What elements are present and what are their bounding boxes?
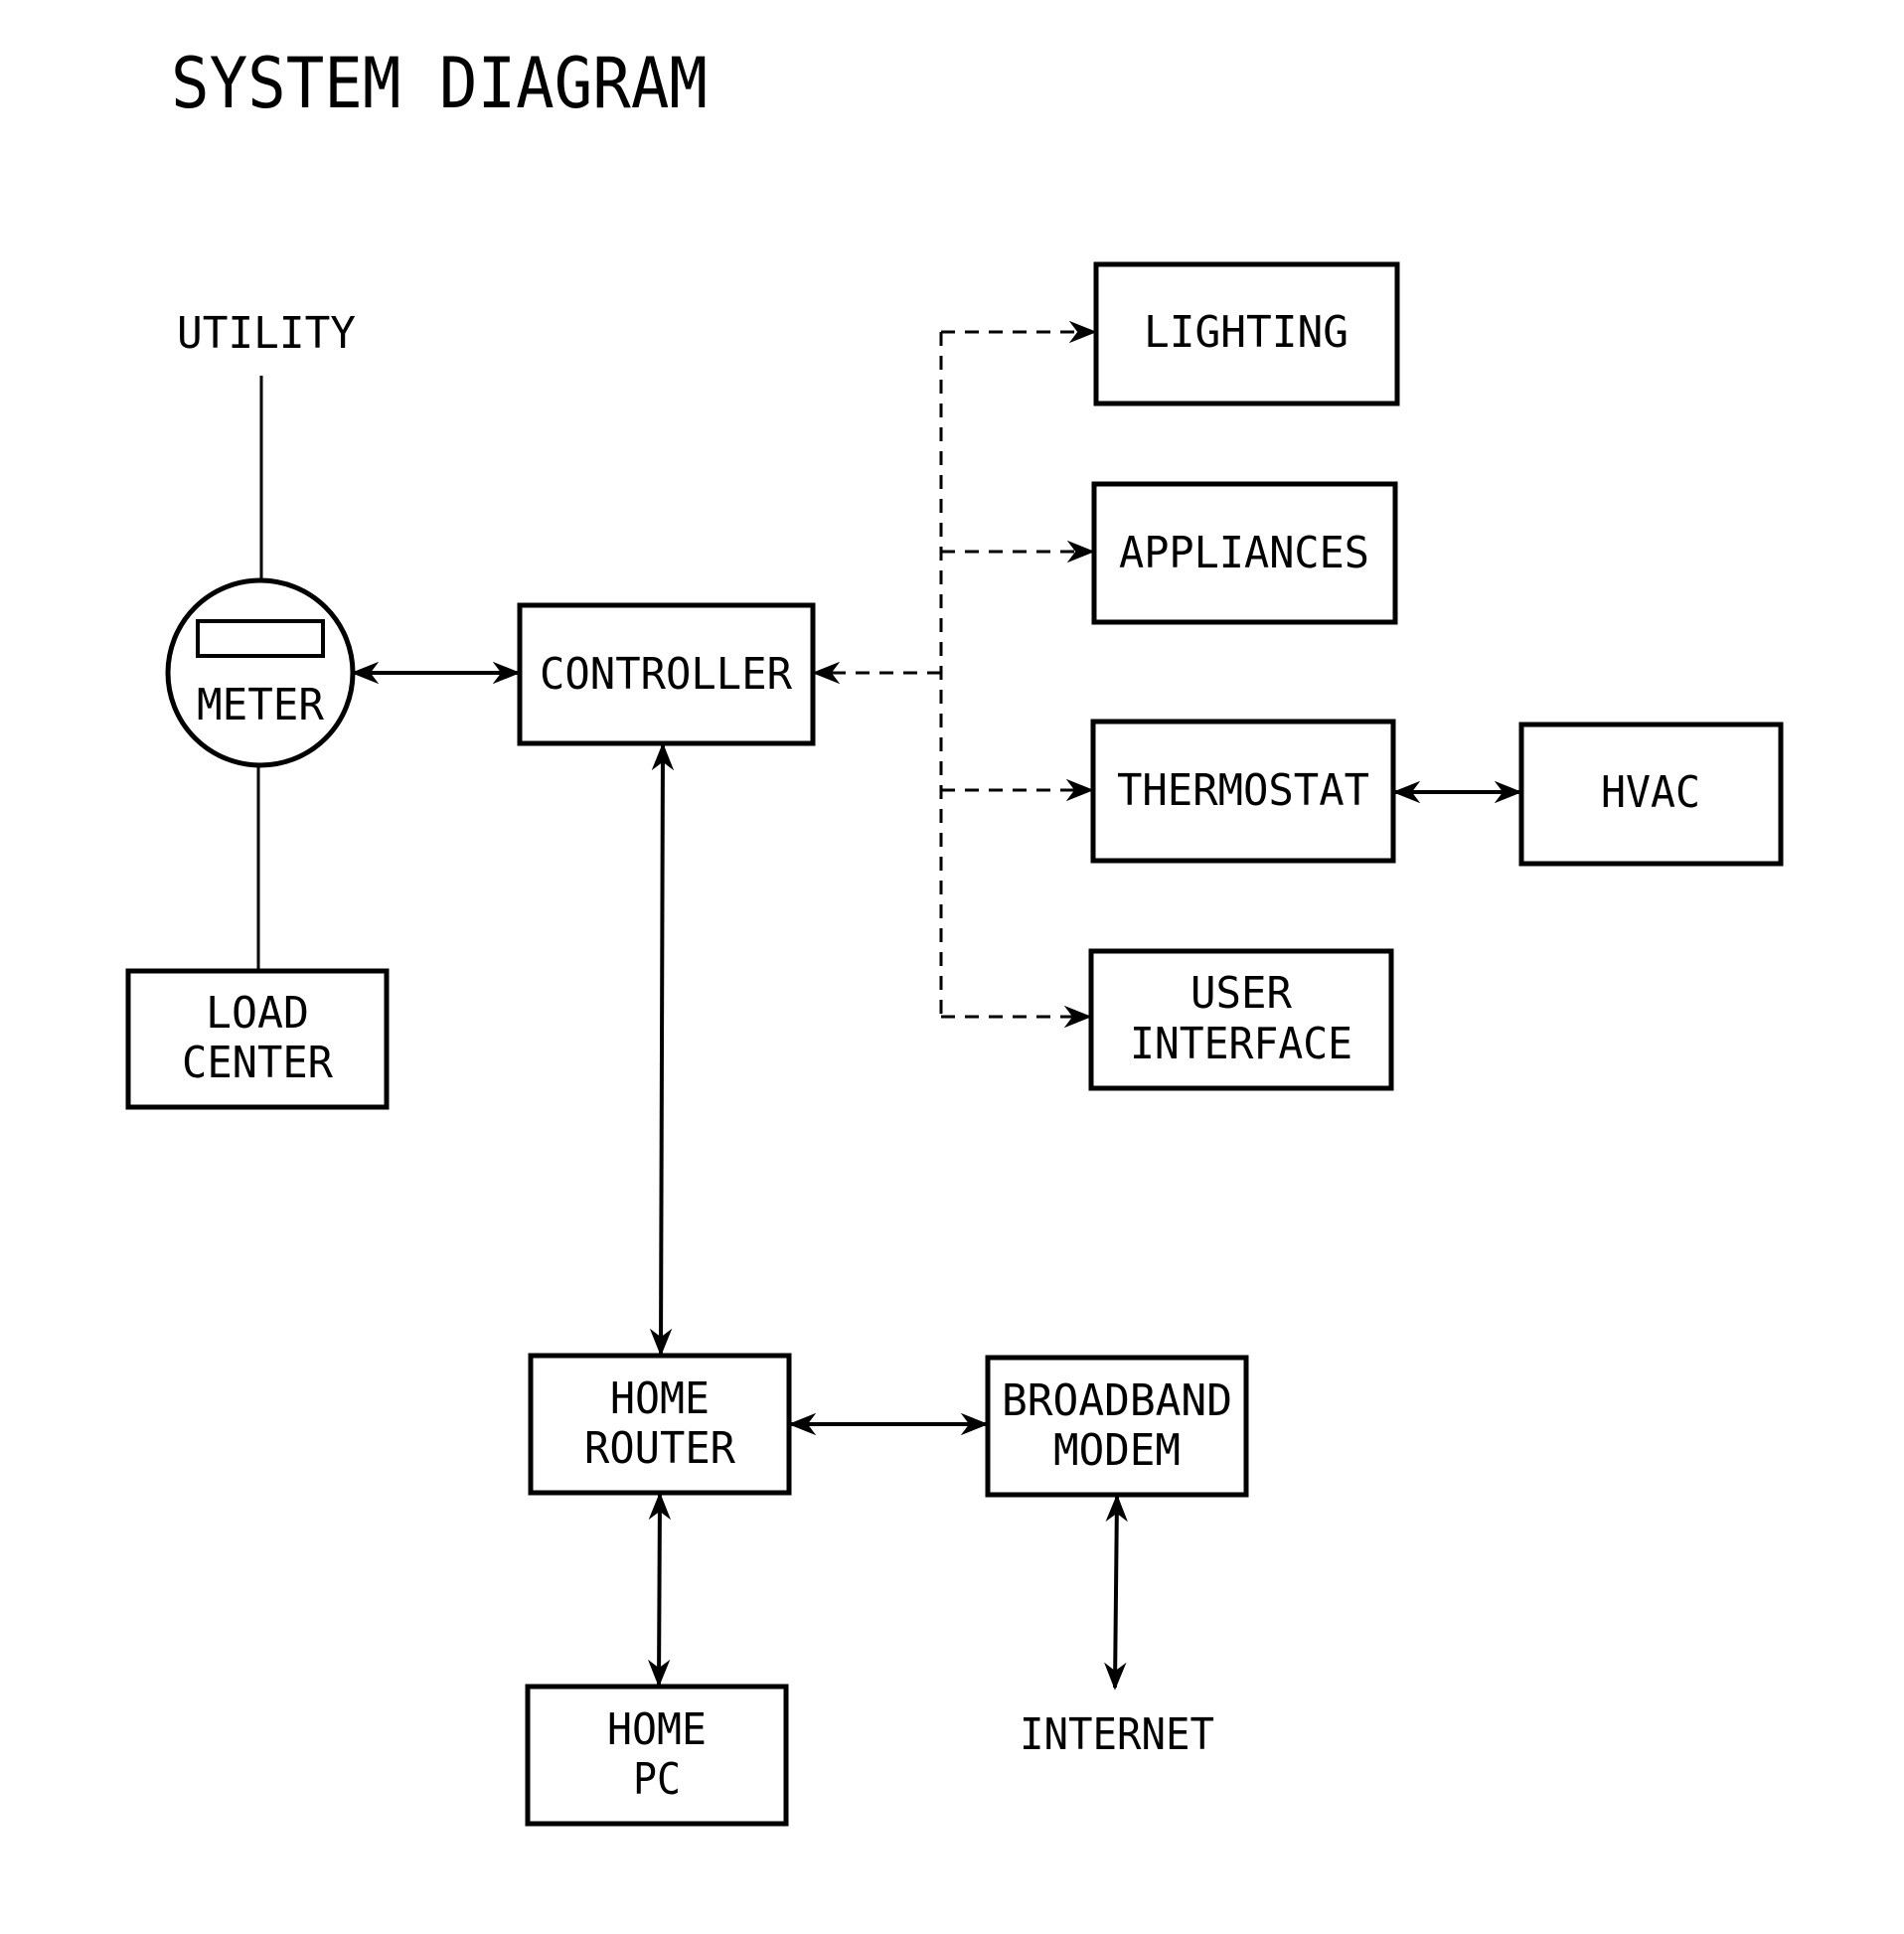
user-interface-label-line2: INTERFACE — [1130, 1019, 1352, 1069]
home-pc-node[interactable]: HOME PC — [525, 1684, 789, 1827]
load-center-label-line2: CENTER — [182, 1038, 333, 1088]
diagram-title: SYSTEM DIAGRAM — [171, 43, 708, 124]
user-interface-node[interactable]: USER INTERFACE — [1088, 948, 1394, 1091]
home-router-node[interactable]: HOME ROUTER — [528, 1353, 792, 1496]
meter-node[interactable]: METER — [165, 577, 356, 768]
utility-label: UTILITY — [177, 308, 356, 359]
lighting-label: LIGHTING — [1144, 307, 1349, 358]
hvac-node[interactable]: HVAC — [1518, 722, 1784, 867]
home-pc-label-line1: HOME — [607, 1704, 707, 1755]
lighting-node[interactable]: LIGHTING — [1093, 261, 1400, 406]
hvac-label: HVAC — [1601, 767, 1700, 818]
load-center-label-line1: LOAD — [206, 988, 309, 1039]
router-pc-arrow — [647, 1492, 672, 1688]
thermostat-label: THERMOSTAT — [1117, 765, 1369, 816]
modem-internet-arrow — [1104, 1494, 1128, 1691]
meter-circle — [165, 577, 356, 768]
internet-label: INTERNET — [1020, 1709, 1214, 1760]
meter-display-icon — [196, 619, 325, 658]
system-diagram: SYSTEM DIAGRAM UTILITY METER LOAD CENTER… — [125, 43, 1784, 1827]
appliances-node[interactable]: APPLIANCES — [1091, 481, 1398, 625]
home-router-label-line1: HOME — [610, 1373, 710, 1424]
broadband-modem-node[interactable]: BROADBAND MODEM — [985, 1355, 1249, 1498]
home-pc-label-line2: PC — [633, 1754, 681, 1805]
controller-router-arrow — [649, 742, 675, 1357]
thermostat-node[interactable]: THERMOSTAT — [1090, 719, 1396, 864]
appliances-label: APPLIANCES — [1119, 528, 1369, 578]
load-center-node[interactable]: LOAD CENTER — [125, 968, 390, 1110]
user-interface-label-line1: USER — [1190, 968, 1292, 1019]
broadband-modem-label-line2: MODEM — [1053, 1425, 1181, 1476]
controller-label: CONTROLLER — [540, 649, 792, 700]
controller-node[interactable]: CONTROLLER — [517, 602, 816, 746]
home-router-label-line2: ROUTER — [584, 1423, 735, 1474]
meter-label: METER — [197, 680, 324, 730]
broadband-modem-label-line1: BROADBAND — [1002, 1375, 1232, 1426]
